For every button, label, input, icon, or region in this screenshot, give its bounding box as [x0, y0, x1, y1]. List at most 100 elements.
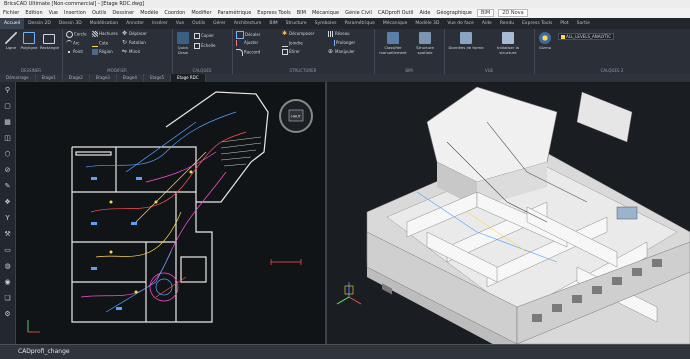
- classify-button[interactable]: Classifier manuellement: [378, 32, 408, 55]
- properties-icon[interactable]: ✎: [3, 182, 12, 191]
- extend-button[interactable]: Prolonger: [328, 40, 355, 46]
- menu-item-7[interactable]: Coordon: [161, 8, 188, 18]
- ribbon-tab-8[interactable]: Gérer: [209, 18, 230, 29]
- menu-item-9[interactable]: Paramétrique: [215, 8, 255, 18]
- rotate-button[interactable]: ↻ Rotation: [122, 40, 146, 46]
- menu-item-8[interactable]: Modifier: [188, 8, 214, 18]
- document-tab-4[interactable]: Etage4: [117, 74, 144, 82]
- bookmark-icon[interactable]: ❏: [3, 294, 12, 303]
- polyline-button[interactable]: Polyligne: [20, 32, 38, 50]
- fillet-button[interactable]: Raccord: [236, 49, 260, 56]
- ribbon-tab-15[interactable]: Modèle 3D: [411, 18, 443, 29]
- document-tab-3[interactable]: Etage3: [90, 74, 117, 82]
- menu-item-16[interactable]: Géographique: [434, 8, 475, 18]
- menu-item-15[interactable]: Aide: [416, 8, 433, 18]
- menu-item-6[interactable]: Modèle: [137, 8, 161, 18]
- mirror-button[interactable]: ⇋ Miroir: [122, 49, 140, 55]
- ribbon-tab-7[interactable]: Outils: [188, 18, 209, 29]
- menu-item-10[interactable]: Express Tools: [254, 8, 293, 18]
- rectangle-button[interactable]: Rectangle: [40, 32, 59, 50]
- scale-button[interactable]: Échelle: [194, 43, 215, 49]
- ribbon-tab-14[interactable]: Mécanique: [379, 18, 411, 29]
- hatch-button[interactable]: Hachures: [92, 31, 118, 37]
- layer-combo[interactable]: 2D Nova: [498, 8, 528, 17]
- move-button[interactable]: ✥ Déplacer: [122, 31, 147, 37]
- ribbon-tab-10[interactable]: BIM: [265, 18, 281, 29]
- camera-icon[interactable]: ◉: [3, 278, 12, 287]
- ribbon-tab-6[interactable]: Vue: [172, 18, 188, 29]
- mirror-icon: ⇋: [122, 48, 128, 55]
- copy-button[interactable]: Copier: [194, 33, 214, 39]
- stretch-button[interactable]: Étirer: [282, 49, 300, 55]
- ribbon-tab-0[interactable]: Accueil: [0, 18, 25, 29]
- menu-item-0[interactable]: Fichier: [0, 8, 22, 18]
- layers-icon[interactable]: ◫: [3, 134, 12, 143]
- circle-button[interactable]: Cercle: [66, 31, 87, 38]
- menu-item-5[interactable]: Dessiner: [109, 8, 137, 18]
- lock-icon[interactable]: ⊘: [3, 166, 12, 175]
- structure-button[interactable]: Structure spatiale: [410, 32, 440, 55]
- ribbon-tab-11[interactable]: Structure: [282, 18, 311, 29]
- dimension-button[interactable]: Cote: [92, 40, 108, 47]
- tools-icon[interactable]: ⚒: [3, 230, 12, 239]
- gizmo-button[interactable]: Gizmo: [536, 32, 554, 50]
- manipulate-button[interactable]: ⊕ Manipuler: [328, 49, 355, 55]
- copy-icon: [194, 33, 200, 39]
- workspace-combo[interactable]: BIM: [476, 8, 495, 17]
- join-button[interactable]: Joindre: [282, 40, 303, 47]
- document-tab-2[interactable]: Etage2: [63, 74, 90, 82]
- quickdraw-button[interactable]: Quick Draw: [174, 32, 192, 55]
- viewport-3d-model[interactable]: [327, 82, 690, 344]
- region-button[interactable]: Région: [92, 49, 113, 55]
- menu-item-3[interactable]: Insertion: [61, 8, 89, 18]
- ribbon-tab-4[interactable]: Annoter: [122, 18, 148, 29]
- pin-icon[interactable]: ⚲: [3, 86, 12, 95]
- explore-button[interactable]: Initialiser la structure: [490, 32, 526, 55]
- point-button[interactable]: Point: [66, 49, 83, 55]
- menu-item-12[interactable]: Mécanique: [309, 8, 342, 18]
- document-tab-6[interactable]: Etage RDC: [171, 74, 206, 82]
- menu-item-2[interactable]: Vue: [46, 8, 61, 18]
- menu-item-14[interactable]: CADprofi Outil: [375, 8, 417, 18]
- menu-item-13[interactable]: Génie Civil: [342, 8, 375, 18]
- offset-button[interactable]: Décaler: [236, 31, 260, 39]
- settings-icon[interactable]: ⚙: [3, 310, 12, 319]
- document-tab-0[interactable]: Démarrage: [0, 74, 36, 82]
- menu-item-11[interactable]: BIM: [294, 8, 309, 18]
- ribbon-tab-9[interactable]: Architecture: [230, 18, 266, 29]
- ribbon-tab-18[interactable]: Rendu: [496, 18, 518, 29]
- ribbon-tab-5[interactable]: Insérer: [148, 18, 172, 29]
- menu-item-1[interactable]: Edition: [22, 8, 45, 18]
- bimprops-button[interactable]: Données de forme: [448, 32, 484, 50]
- ribbon-tab-16[interactable]: Vue de face: [443, 18, 477, 29]
- ribbon-tab-1[interactable]: Dessin 2D: [24, 18, 55, 29]
- ribbon-tab-21[interactable]: Sortie: [573, 18, 594, 29]
- ribbon-tab-17[interactable]: Aide: [478, 18, 496, 29]
- document-tab-1[interactable]: Etage1: [36, 74, 63, 82]
- ribbon-tab-3[interactable]: Modélisation: [86, 18, 122, 29]
- rectangle-icon: [43, 34, 55, 44]
- document-tab-5[interactable]: Etage5: [144, 74, 172, 82]
- line-button[interactable]: Ligne: [2, 32, 20, 50]
- menu-item-4[interactable]: Outils: [89, 8, 109, 18]
- cube-icon[interactable]: ⬡: [3, 150, 12, 159]
- explode-button[interactable]: ✱ Décomposer: [282, 31, 314, 37]
- library-icon[interactable]: ❖: [3, 198, 12, 207]
- command-line[interactable]: CADprofi_change: [0, 344, 690, 359]
- ribbon-tab-13[interactable]: Paramétrique: [341, 18, 379, 29]
- trim-button[interactable]: Ajuster: [236, 40, 258, 46]
- square-icon[interactable]: ▢: [3, 102, 12, 111]
- ribbon-tab-20[interactable]: Plot: [556, 18, 572, 29]
- window-icon[interactable]: ▭: [3, 246, 12, 255]
- filter-icon[interactable]: Y: [3, 214, 12, 223]
- ribbon-tab-12[interactable]: Symboles: [311, 18, 341, 29]
- grid-icon[interactable]: ▦: [3, 118, 12, 127]
- arc-button[interactable]: Arc: [66, 40, 80, 47]
- design-icon[interactable]: ◍: [3, 262, 12, 271]
- ribbon-tab-2[interactable]: Dessin 3D: [55, 18, 86, 29]
- layer-dropdown[interactable]: ALL_LEVELS_ANALYTIC: [558, 33, 615, 40]
- viewport-2d-plan[interactable]: HAUT: [16, 82, 327, 344]
- ribbon-tab-19[interactable]: Express Tools: [518, 18, 556, 29]
- array-button[interactable]: Réseau: [328, 31, 350, 37]
- gizmo-icon: [539, 32, 551, 44]
